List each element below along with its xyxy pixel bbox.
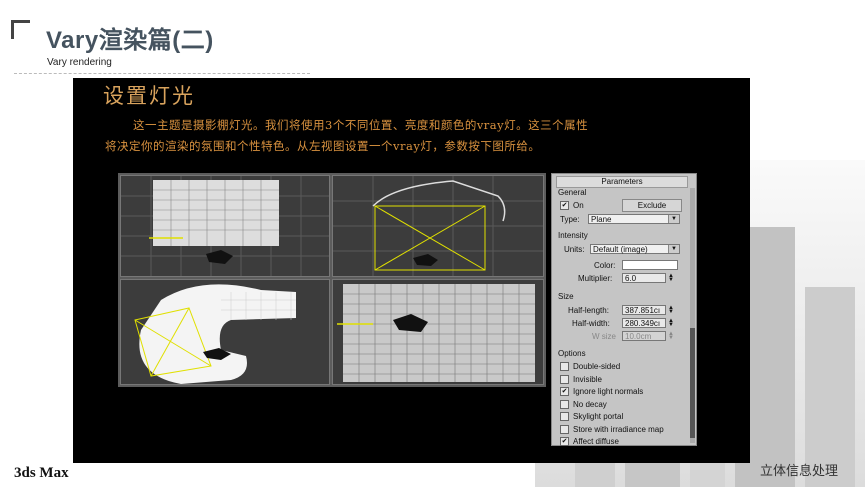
units-dropdown[interactable]: Default (image) ▼ bbox=[590, 244, 680, 254]
viewport-left-graphic bbox=[333, 280, 543, 384]
parameters-panel: Parameters General ✔ On Exclude Type: Pla… bbox=[551, 173, 697, 447]
option-checkbox[interactable] bbox=[560, 374, 569, 384]
viewport-top-graphic bbox=[121, 176, 329, 276]
color-swatch[interactable] bbox=[622, 260, 678, 270]
units-label: Units: bbox=[564, 245, 585, 254]
corner-bracket-icon bbox=[11, 20, 30, 39]
viewport-front-graphic bbox=[333, 176, 543, 276]
page-subtitle: Vary rendering bbox=[47, 57, 112, 68]
half-length-label: Half-length: bbox=[568, 306, 609, 315]
divider bbox=[14, 73, 310, 74]
multiplier-field[interactable]: 6.0 ▲ ▼ bbox=[622, 273, 674, 283]
panel-scrollbar[interactable] bbox=[690, 188, 695, 443]
on-checkbox-row[interactable]: ✔ On bbox=[560, 201, 584, 211]
option-row[interactable]: Skylight portal bbox=[560, 412, 624, 422]
viewport-perspective[interactable] bbox=[120, 279, 330, 385]
half-width-label: Half-width: bbox=[572, 319, 610, 328]
spinner-icon: ▲ ▼ bbox=[668, 331, 674, 341]
spinner-icon[interactable]: ▲ ▼ bbox=[667, 305, 675, 315]
w-size-value: 10.0cm bbox=[625, 332, 652, 341]
half-width-field[interactable]: 280.349cı ▲ ▼ bbox=[622, 318, 674, 328]
option-label: Double-sided bbox=[573, 362, 621, 371]
slide-body-line: 将决定你的渲染的氛围和个性特色。从左视图设置一个vray灯，参数按下图所给。 bbox=[105, 139, 541, 153]
spinner-icon[interactable]: ▲ ▼ bbox=[667, 273, 675, 283]
footer-software: 3ds Max bbox=[14, 465, 69, 481]
viewport-grid bbox=[118, 173, 546, 387]
viewport-perspective-graphic bbox=[121, 280, 329, 384]
chevron-down-icon[interactable]: ▼ bbox=[668, 215, 679, 223]
option-label: Store with irradiance map bbox=[573, 424, 664, 434]
building-shape bbox=[805, 287, 855, 487]
option-checkbox[interactable] bbox=[560, 412, 569, 422]
type-dropdown[interactable]: Plane ▼ bbox=[588, 214, 680, 224]
option-label: Ignore light normals bbox=[573, 387, 644, 396]
viewport-left[interactable] bbox=[332, 279, 544, 385]
option-label: No decay bbox=[573, 399, 607, 409]
option-checkbox[interactable] bbox=[560, 362, 569, 372]
option-row[interactable]: Store with irradiance map bbox=[560, 425, 664, 434]
color-label: Color: bbox=[594, 261, 616, 270]
type-label: Type: bbox=[560, 215, 580, 224]
half-length-value: 387.851cı bbox=[625, 306, 661, 315]
w-size-label: W size bbox=[592, 332, 616, 341]
viewport-top[interactable] bbox=[120, 175, 330, 277]
half-width-value: 280.349cı bbox=[625, 319, 661, 328]
on-label: On bbox=[573, 201, 584, 210]
general-group-label: General bbox=[558, 188, 587, 197]
footer-course: 立体信息处理 bbox=[760, 464, 839, 479]
multiplier-value: 6.0 bbox=[625, 274, 637, 283]
option-row[interactable]: No decay bbox=[560, 400, 607, 409]
exclude-button[interactable]: Exclude bbox=[622, 199, 682, 212]
type-value: Plane bbox=[591, 215, 612, 224]
option-label: Affect diffuse bbox=[573, 437, 619, 446]
slide-body: 这一主题是摄影棚灯光。我们将使用3个不同位置、亮度和颜色的vray灯。这三个属性… bbox=[105, 115, 723, 157]
option-row[interactable]: ✔ Affect diffuse bbox=[560, 437, 619, 447]
option-row[interactable]: ✔ Ignore light normals bbox=[560, 387, 644, 397]
page-title: Vary渲染篇(二) bbox=[46, 27, 214, 54]
slide-body-line: 这一主题是摄影棚灯光。我们将使用3个不同位置、亮度和颜色的vray灯。这三个属性 bbox=[133, 118, 589, 132]
options-group-label: Options bbox=[558, 349, 586, 358]
units-value: Default (image) bbox=[593, 245, 648, 254]
option-row[interactable]: Double-sided bbox=[560, 362, 621, 372]
half-length-field[interactable]: 387.851cı ▲ ▼ bbox=[622, 305, 674, 315]
option-checkbox[interactable] bbox=[560, 399, 569, 409]
option-checkbox[interactable]: ✔ bbox=[560, 387, 569, 397]
chevron-down-icon[interactable]: ▼ bbox=[668, 245, 679, 253]
on-checkbox[interactable]: ✔ bbox=[560, 201, 569, 211]
spinner-icon[interactable]: ▲ ▼ bbox=[667, 318, 675, 328]
screenshot-image: 设置灯光 这一主题是摄影棚灯光。我们将使用3个不同位置、亮度和颜色的vray灯。… bbox=[73, 78, 750, 463]
option-row[interactable]: Invisible bbox=[560, 375, 602, 384]
viewport-front[interactable] bbox=[332, 175, 544, 277]
size-group-label: Size bbox=[558, 292, 574, 301]
option-checkbox[interactable] bbox=[560, 424, 569, 434]
parameters-rollout-title[interactable]: Parameters bbox=[556, 176, 688, 188]
w-size-field: 10.0cm ▲ ▼ bbox=[622, 331, 674, 341]
slide-heading: 设置灯光 bbox=[103, 84, 195, 108]
scrollbar-thumb[interactable] bbox=[690, 328, 695, 438]
intensity-group-label: Intensity bbox=[558, 231, 588, 240]
option-label: Skylight portal bbox=[573, 412, 624, 421]
option-label: Invisible bbox=[573, 374, 602, 384]
multiplier-label: Multiplier: bbox=[578, 274, 613, 283]
option-checkbox[interactable]: ✔ bbox=[560, 437, 569, 447]
